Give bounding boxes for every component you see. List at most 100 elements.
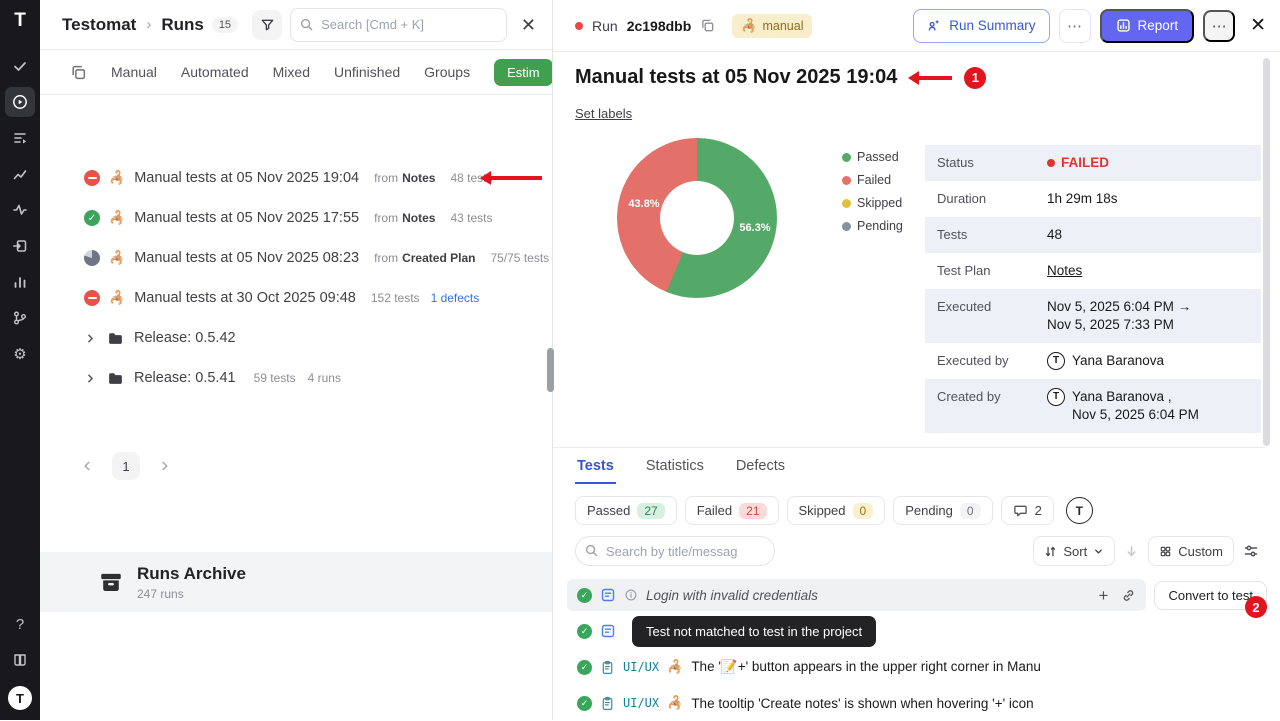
summary-more-button[interactable]: ⋯: [1059, 9, 1091, 43]
link-icon[interactable]: [1121, 588, 1136, 603]
tab-groups[interactable]: Groups: [424, 64, 470, 80]
run-summary-button[interactable]: Run Summary: [913, 9, 1049, 43]
executed-by-name[interactable]: Yana Baranova: [1072, 352, 1164, 370]
set-labels-link[interactable]: Set labels: [575, 106, 632, 121]
run-row[interactable]: 🦂 Manual tests at 30 Oct 2025 09:48 152 …: [40, 278, 552, 318]
run-defects-link[interactable]: 1 defects: [431, 291, 480, 305]
tab-mixed[interactable]: Mixed: [273, 64, 310, 80]
filter-failed[interactable]: Failed 21: [685, 496, 779, 525]
trend-icon[interactable]: [5, 159, 35, 189]
test-row[interactable]: ✓ UI/UX 🦂 The tooltip 'Create notes' is …: [567, 685, 1267, 721]
run-source[interactable]: Created Plan: [402, 251, 475, 265]
tab-manual[interactable]: Manual: [111, 64, 157, 80]
run-tests-count: 75/75 tests: [490, 251, 549, 265]
app-logo[interactable]: T: [14, 10, 26, 32]
legend-failed: Failed: [857, 173, 891, 187]
report-button[interactable]: Report: [1100, 9, 1195, 43]
archive-title[interactable]: Runs Archive: [137, 564, 246, 584]
custom-view-button[interactable]: Custom: [1148, 536, 1234, 566]
release-folder-row[interactable]: Release: 0.5.42: [40, 318, 552, 358]
filter-comments[interactable]: 2: [1001, 496, 1054, 525]
release-folder-row[interactable]: Release: 0.5.41 59 tests 4 runs: [40, 358, 552, 398]
detail-close-icon[interactable]: ✕: [1250, 16, 1266, 35]
runs-search-input[interactable]: [290, 8, 507, 42]
run-title[interactable]: Manual tests at 05 Nov 2025 19:04: [134, 170, 359, 186]
tab-tests[interactable]: Tests: [575, 448, 616, 484]
test-row[interactable]: ✓ UI/UX 🦂 The '📝+' button appears in the…: [567, 649, 1267, 685]
chart-legend: Passed Failed Skipped Pending: [842, 150, 903, 233]
import-icon[interactable]: [5, 231, 35, 261]
testplan-link[interactable]: Notes: [1047, 262, 1082, 280]
filter-button[interactable]: [252, 10, 282, 40]
add-icon[interactable]: +: [1099, 587, 1109, 604]
panel-close-icon[interactable]: ✕: [515, 16, 542, 34]
legend-dot-skipped: [842, 199, 851, 208]
test-tag: UI/UX: [623, 696, 659, 710]
reports-bars-icon[interactable]: [5, 267, 35, 297]
clipboard-icon: [600, 660, 615, 675]
run-row[interactable]: 🦂 Manual tests at 05 Nov 2025 08:23 from…: [40, 238, 552, 278]
tab-unfinished[interactable]: Unfinished: [334, 64, 400, 80]
donut-chart: 43.8% 56.3%: [617, 138, 777, 298]
comment-icon: [1013, 503, 1028, 518]
runs-play-icon[interactable]: [5, 87, 35, 117]
settings-gear-icon[interactable]: ⚙: [5, 339, 35, 369]
run-id[interactable]: 2c198dbb: [627, 18, 692, 34]
test-title[interactable]: The '📝+' button appears in the upper rig…: [691, 659, 1041, 675]
tests-search-input[interactable]: [575, 536, 775, 566]
folder-title[interactable]: Release: 0.5.41: [134, 370, 236, 386]
tab-automated[interactable]: Automated: [181, 64, 249, 80]
chevron-right-icon[interactable]: [84, 372, 97, 385]
test-title[interactable]: Login with invalid credentials: [646, 588, 818, 603]
filter-pending[interactable]: Pending 0: [893, 496, 992, 525]
breadcrumb-app[interactable]: Testomat: [62, 15, 136, 35]
detail-more-button[interactable]: ⋯: [1203, 10, 1235, 42]
donut-passed-label: 56.3%: [739, 222, 770, 234]
tests-check-icon[interactable]: [5, 51, 35, 81]
runs-archive[interactable]: Runs Archive 247 runs: [40, 552, 552, 612]
status-passed-icon: ✓: [84, 210, 100, 226]
filter-passed[interactable]: Passed 27: [575, 496, 677, 525]
copy-icon[interactable]: [700, 18, 715, 33]
page-prev-icon[interactable]: [80, 459, 94, 473]
filter-skipped[interactable]: Skipped 0: [787, 496, 886, 525]
tooltip: Test not matched to test in the project: [632, 616, 876, 647]
tab-defects[interactable]: Defects: [734, 448, 787, 484]
runs-filter-tabs: Manual Automated Mixed Unfinished Groups…: [40, 50, 552, 95]
run-source[interactable]: Notes: [402, 211, 435, 225]
chevron-right-icon[interactable]: [84, 332, 97, 345]
run-title[interactable]: Manual tests at 30 Oct 2025 09:48: [134, 290, 356, 306]
run-title[interactable]: Manual tests at 05 Nov 2025 08:23: [134, 250, 359, 266]
avatar: T: [1047, 352, 1065, 370]
run-source[interactable]: Notes: [402, 171, 435, 185]
sort-button[interactable]: Sort: [1033, 536, 1115, 566]
panel-scrollbar-thumb[interactable]: [547, 348, 554, 392]
tab-estimate-pill[interactable]: Estim: [494, 59, 552, 86]
legend-skipped: Skipped: [857, 196, 902, 210]
page-next-icon[interactable]: [158, 459, 172, 473]
info-label: Duration: [937, 190, 1047, 208]
page-number-button[interactable]: 1: [112, 452, 140, 480]
breadcrumb-section[interactable]: Runs: [161, 15, 204, 35]
tab-statistics[interactable]: Statistics: [644, 448, 706, 484]
run-row[interactable]: ✓ 🦂 Manual tests at 05 Nov 2025 17:55 fr…: [40, 198, 552, 238]
docs-icon[interactable]: [5, 645, 35, 675]
folder-title[interactable]: Release: 0.5.42: [134, 330, 236, 346]
test-title[interactable]: The tooltip 'Create notes' is shown when…: [691, 696, 1033, 711]
test-row[interactable]: ✓ Login with invalid credentials + Conve…: [567, 577, 1267, 613]
assignee-avatar-filter[interactable]: T: [1066, 497, 1093, 524]
sort-direction-icon[interactable]: [1124, 544, 1139, 559]
branch-icon[interactable]: [5, 303, 35, 333]
avatar: T: [1047, 388, 1065, 406]
display-settings-icon[interactable]: [1243, 543, 1259, 559]
pulse-icon[interactable]: [5, 195, 35, 225]
run-queue-icon[interactable]: [5, 123, 35, 153]
batch-select-icon[interactable]: [70, 64, 87, 81]
user-avatar[interactable]: T: [8, 686, 32, 710]
test-row[interactable]: ✓ Test not matched to test in the projec…: [567, 613, 1267, 649]
info-label: Executed: [937, 298, 1047, 316]
created-by-name[interactable]: Yana Baranova ,: [1072, 389, 1172, 404]
run-title[interactable]: Manual tests at 05 Nov 2025 17:55: [134, 210, 359, 226]
help-icon[interactable]: ?: [5, 609, 35, 639]
scrollbar-thumb[interactable]: [1263, 58, 1270, 446]
